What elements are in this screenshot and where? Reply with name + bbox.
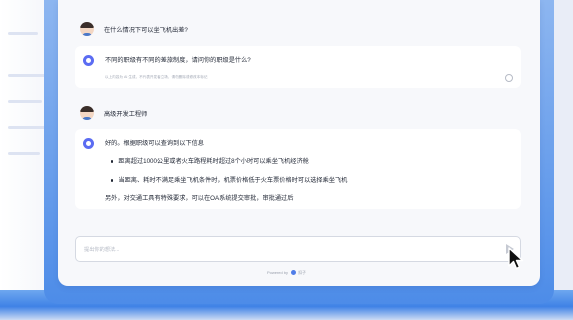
bot-message-intro: 好的。根据职级可以查询到以下信息 [105,140,204,147]
user-avatar-icon [80,106,94,120]
powered-by: Powered by 扣子 [0,270,573,276]
bot-icon [83,138,94,149]
user-message: 在什么情况下可以坐飞机出差? [80,22,188,36]
bullet-text: 当距离、耗时不满足乘坐飞机条件时，机票价格低于火车票价格时可以选择乘坐飞机 [118,177,348,184]
brand-logo-icon [291,270,297,276]
chat-input-box[interactable] [75,236,521,262]
user-message: 高级开发工程师 [80,106,147,120]
blurred-text [8,152,40,155]
ai-disclaimer: 以上内容为 AI 生成，不代表开发者立场，请勿删除或修改本标记 [105,75,208,79]
user-message-text: 在什么情况下可以坐飞机出差? [104,26,188,34]
blurred-text [8,126,48,129]
bot-message: 好的。根据职级可以查询到以下信息 距离超过1000公里或者火车路程耗时超过8个小… [75,129,521,209]
bullet-text: 距离超过1000公里或者火车路程耗时超过8个小时可以乘坐飞机经济舱 [118,158,309,165]
brand-name: 扣子 [298,270,307,275]
bullet-item: 距离超过1000公里或者火车路程耗时超过8个小时可以乘坐飞机经济舱 [111,156,309,165]
bullet-dot [111,179,114,182]
powered-by-text: Powered by [266,270,289,275]
blurred-text [8,100,42,103]
bullet-item: 当距离、耗时不满足乘坐飞机条件时，机票价格低于火车票价格时可以选择乘坐飞机 [111,175,347,184]
chat-input[interactable] [82,243,506,257]
blurred-text [8,74,46,77]
bot-message-outro: 另外，对交通工具有特殊要求，可以在OA系统提交审批，审批通过后 [105,195,294,202]
bot-message-text: 不同的职级有不同的差旅制度，请问你的职级是什么? [105,57,251,64]
copy-icon[interactable] [505,74,513,82]
blurred-text [8,32,38,35]
user-message-text: 高级开发工程师 [104,110,148,118]
bot-message: 不同的职级有不同的差旅制度，请问你的职级是什么? 以上内容为 AI 生成，不代表… [75,46,521,88]
bullet-dot [111,160,114,163]
bot-icon [83,55,94,66]
user-avatar-icon [80,22,94,36]
mouse-cursor-icon [508,247,524,270]
